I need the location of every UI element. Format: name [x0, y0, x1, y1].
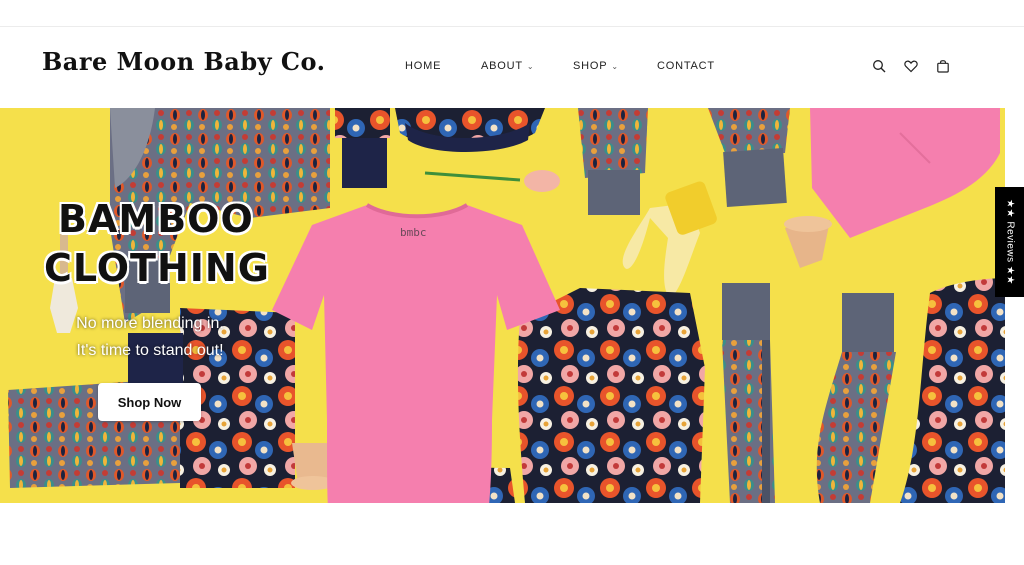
reviews-tab-label: ★★ Reviews ★★	[1004, 199, 1015, 285]
heart-icon[interactable]	[904, 58, 918, 73]
hero-title: BAMBOO CLOTHING	[44, 195, 270, 293]
top-announcement-bar	[0, 0, 1024, 27]
hero-title-line2: CLOTHING	[44, 246, 270, 290]
shop-now-button[interactable]: Shop Now	[98, 383, 201, 421]
shopping-bag-icon[interactable]	[936, 58, 950, 73]
tshirt-print-label: bmbc	[400, 226, 427, 239]
reviews-side-tab[interactable]: ★★ Reviews ★★	[995, 187, 1024, 297]
hero-subtitle: No more blending in. It's time to stand …	[50, 310, 250, 364]
hero-subtitle-line1: No more blending in.	[76, 315, 224, 332]
search-icon[interactable]	[872, 58, 886, 73]
nav-shop[interactable]: SHOP ⌄	[573, 60, 657, 72]
header-icons	[872, 58, 950, 73]
hero-subtitle-line2: It's time to stand out!	[76, 342, 224, 359]
brand-logo[interactable]: Bare Moon Baby Co.	[42, 47, 325, 76]
chevron-down-icon: ⌄	[526, 61, 535, 71]
nav-contact-label: CONTACT	[657, 60, 715, 72]
site-header: Bare Moon Baby Co. HOME ABOUT ⌄ SHOP ⌄ C…	[0, 27, 1024, 107]
pink-tshirt-image	[272, 203, 560, 503]
nav-about-label: ABOUT	[481, 60, 523, 72]
nav-shop-label: SHOP	[573, 60, 608, 72]
chevron-down-icon: ⌄	[611, 61, 619, 71]
hero-banner: bmbc BAMBOO CLOTHING No more blending in…	[0, 108, 1005, 503]
main-navigation: HOME ABOUT ⌄ SHOP ⌄ CONTACT	[405, 60, 715, 72]
nav-about[interactable]: ABOUT ⌄	[481, 60, 573, 72]
nav-home-label: HOME	[405, 60, 442, 72]
nav-contact[interactable]: CONTACT	[657, 60, 715, 72]
nav-home[interactable]: HOME	[405, 60, 481, 72]
hero-title-line1: BAMBOO	[58, 197, 254, 241]
